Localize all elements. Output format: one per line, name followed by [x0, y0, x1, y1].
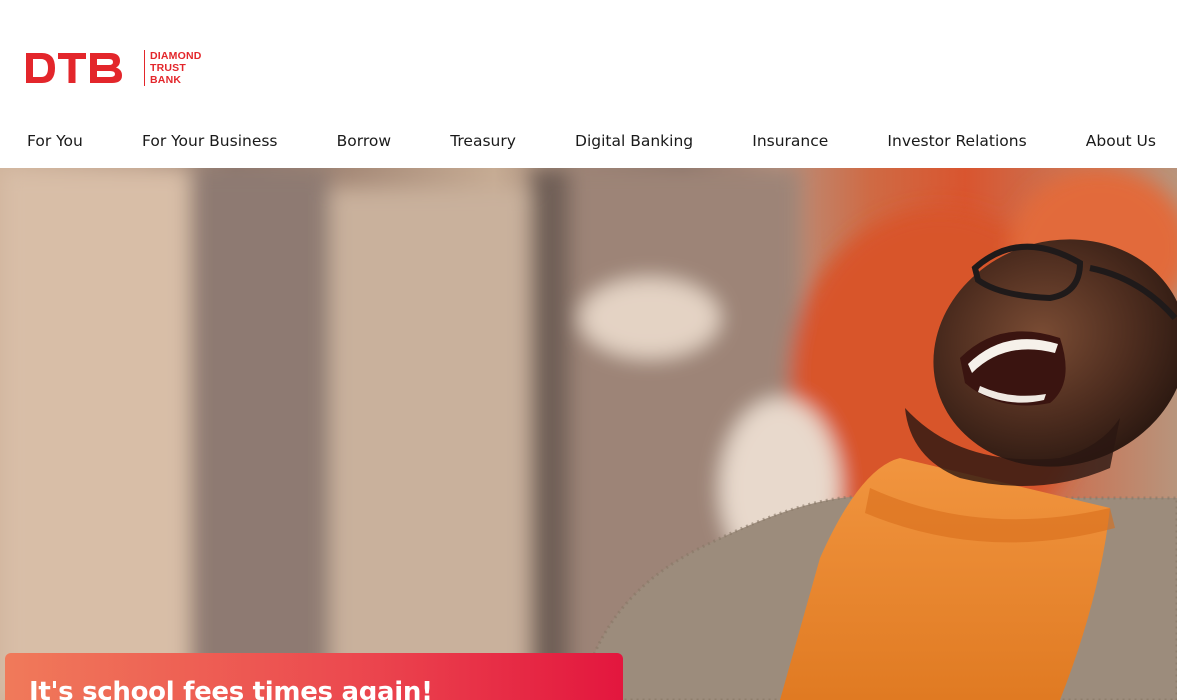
nav-item-insurance[interactable]: Insurance [752, 122, 828, 160]
nav-item-about-us[interactable]: About Us [1086, 122, 1156, 160]
logo-line-3: BANK [150, 74, 182, 86]
nav-item-treasury[interactable]: Treasury [450, 122, 516, 160]
nav-item-digital-banking[interactable]: Digital Banking [575, 122, 693, 160]
main-nav: For You For Your Business Borrow Treasur… [0, 122, 1177, 160]
nav-item-investor-relations[interactable]: Investor Relations [887, 122, 1026, 160]
dtb-logo[interactable]: DIAMOND TRUST BANK [24, 48, 202, 88]
promo-title: It's school fees times again! [29, 677, 433, 700]
hero-banner: It's school fees times again! [0, 168, 1177, 700]
nav-item-borrow[interactable]: Borrow [337, 122, 391, 160]
nav-item-for-you[interactable]: For You [27, 122, 83, 160]
logo-line-2: TRUST [150, 62, 186, 74]
site-header: DIAMOND TRUST BANK For You For Your Busi… [0, 0, 1177, 168]
nav-item-for-your-business[interactable]: For Your Business [142, 122, 278, 160]
promo-card[interactable]: It's school fees times again! [5, 653, 623, 700]
logo-wordmark: DIAMOND TRUST BANK [150, 50, 202, 86]
logo-divider [144, 50, 145, 86]
dtb-logo-mark [26, 53, 122, 83]
logo-line-1: DIAMOND [150, 50, 202, 62]
hero-photo [0, 168, 1177, 700]
